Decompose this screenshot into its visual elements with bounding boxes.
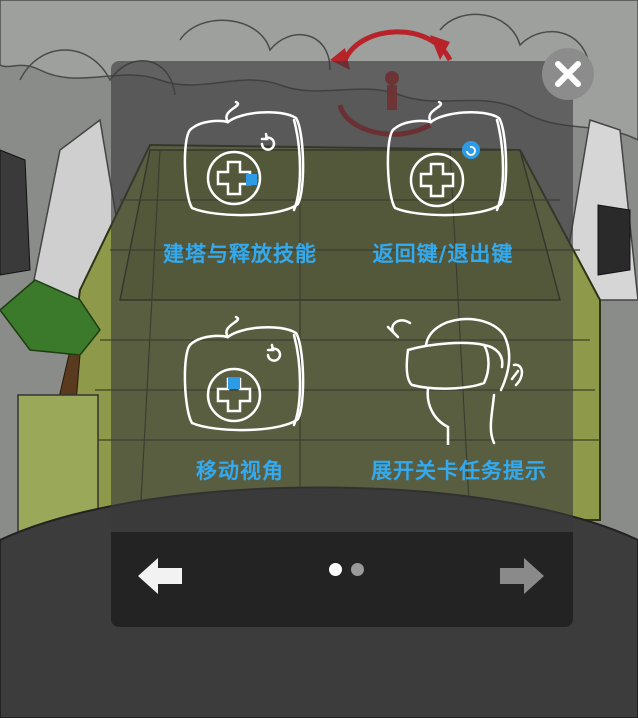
page-dot-2[interactable] (351, 563, 364, 576)
page-indicator (329, 563, 369, 577)
prev-page-button[interactable] (136, 556, 186, 596)
tutorial-tile-build-tower: 建塔与释放技能 (155, 100, 325, 270)
close-button[interactable] (542, 48, 594, 100)
controller-dpad-touch-icon (183, 315, 305, 432)
next-page-button[interactable] (496, 556, 546, 596)
vr-headset-head-turn-icon (386, 317, 524, 445)
tile-label-back-button: 返回键/退出键 (372, 242, 514, 266)
page-dot-1-active[interactable] (329, 563, 342, 576)
tutorial-tile-mission-hint: 展开关卡任务提示 (371, 305, 547, 485)
tile-label-build-tower: 建塔与释放技能 (163, 242, 317, 266)
arrow-left-icon (138, 558, 182, 594)
tutorial-tile-back-button: 返回键/退出键 (358, 100, 528, 270)
controller-back-button-icon (386, 100, 508, 217)
tile-label-move-view: 移动视角 (196, 459, 284, 483)
tutorial-tile-move-view: 移动视角 (155, 315, 325, 485)
close-icon (555, 61, 581, 87)
controller-dpad-center-icon (183, 100, 305, 217)
tile-label-mission-hint: 展开关卡任务提示 (371, 459, 547, 483)
arrow-right-icon (500, 558, 544, 594)
